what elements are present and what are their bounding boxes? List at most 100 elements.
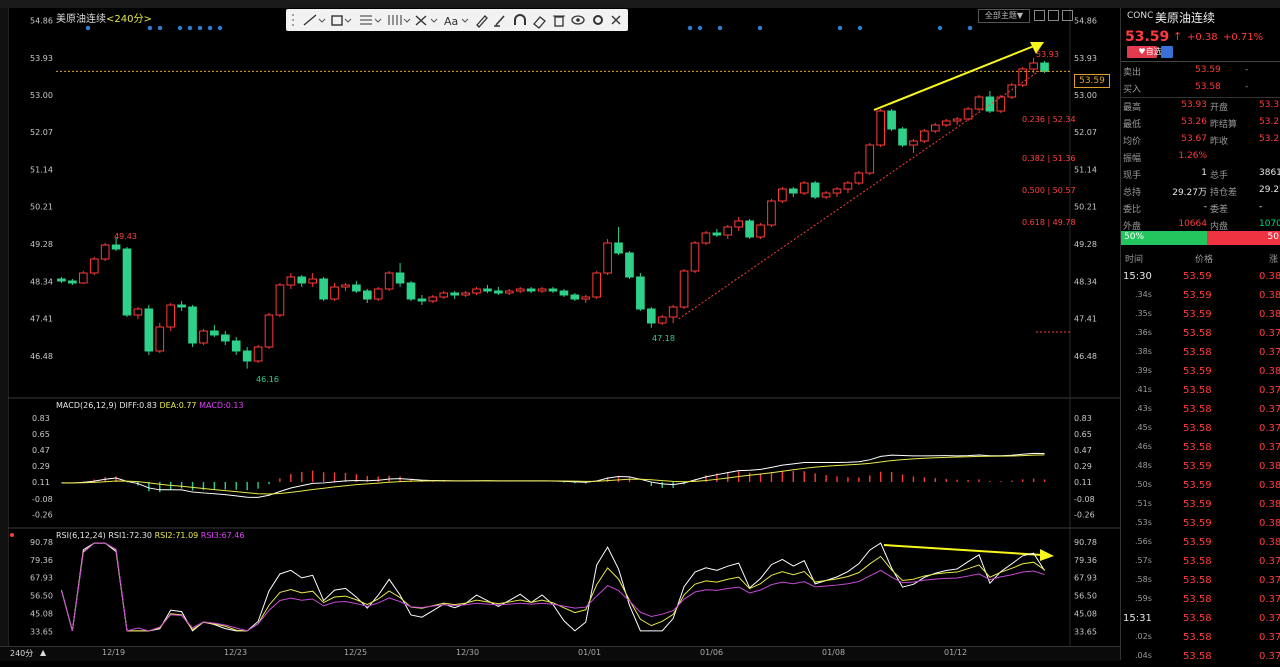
tick-row[interactable]: .51s 53.59 0.38 [1121,496,1280,515]
candle-body [821,192,831,198]
tick-row[interactable]: .38s 53.58 0.37 [1121,344,1280,363]
price-axis-label: 54.86 [1074,17,1097,26]
window-buttons[interactable] [1034,9,1074,21]
macd-axis-label-left: 0.65 [32,430,50,439]
macd-axis-label: 0.11 [1074,478,1092,487]
stat-value: 1070 [1259,219,1280,229]
stat-label: 委比 [1123,205,1142,215]
event-dot [217,25,223,31]
text-tool-icon[interactable]: Aa [444,15,469,28]
candle-body [854,172,864,184]
gear-icon[interactable] [593,15,603,25]
tick-time: .43s [1135,404,1152,413]
candle-body [756,224,765,238]
tick-row[interactable]: 15:31 53.58 0.37 [1121,610,1280,629]
event-dot [717,25,723,31]
add-favorite-label: 自选 [1145,47,1162,56]
date-label: 12/23 [224,648,248,657]
candle-body [220,334,230,342]
pattern-tool-icon[interactable] [415,15,438,26]
candle-body [111,244,121,250]
tick-row[interactable]: .34s 53.59 0.38 [1121,287,1280,306]
tick-row[interactable]: .39s 53.59 0.38 [1121,363,1280,382]
tick-time: .41s [1135,385,1152,394]
date-label: 01/06 [700,648,724,657]
tick-time: .35s [1135,309,1152,318]
grid-icon[interactable] [1034,10,1045,21]
tick-row[interactable]: .41s 53.58 0.37 [1121,382,1280,401]
tick-price: 53.58 [1183,328,1212,339]
tick-change: 0.37 [1259,556,1280,567]
candle-body [330,286,339,300]
tick-price: 53.58 [1183,442,1212,453]
trash-icon[interactable] [553,15,565,27]
close-icon[interactable] [611,15,621,25]
tick-price: 53.59 [1183,499,1212,510]
tick-row[interactable]: 15:30 53.59 0.38 [1121,268,1280,287]
tick-row[interactable]: .57s 53.58 0.37 [1121,553,1280,572]
add-favorite-button[interactable]: ♥ 自选 [1127,46,1162,58]
grip-icon[interactable] [292,14,294,26]
tick-time: .58s [1135,575,1152,584]
stat-value: 53.93 [1181,100,1207,110]
tick-time: .59s [1135,594,1152,603]
rect-tool-icon[interactable] [331,15,352,26]
tick-row[interactable]: .56s 53.59 0.38 [1121,534,1280,553]
price-axis-label-left: 52.07 [30,128,53,137]
tick-row[interactable]: .36s 53.58 0.37 [1121,325,1280,344]
price-annotation-2: 46.16 [256,375,279,384]
candle-body [406,282,416,300]
tick-row[interactable]: .48s 53.59 0.38 [1121,458,1280,477]
event-dot [967,25,973,31]
tick-row[interactable]: .35s 53.59 0.38 [1121,306,1280,325]
period-up-icon[interactable]: ▲ [40,648,46,657]
ticks-col-time: 时间 [1125,255,1144,265]
bid-ask-label: 买入 [1123,85,1142,95]
eraser-icon[interactable] [533,16,546,29]
theme-button[interactable]: 全部主题▼ [978,9,1030,23]
tick-row[interactable]: .50s 53.59 0.38 [1121,477,1280,496]
stat-label: 开盘 [1210,103,1229,113]
tick-change: 0.37 [1259,404,1280,415]
tick-row[interactable]: .53s 53.59 0.38 [1121,515,1280,534]
magnet-icon[interactable] [514,14,526,25]
bid-ask-row: 卖出 53.59 - [1121,63,1280,80]
rsi-axis-label-left: 67.93 [30,574,53,583]
tick-row[interactable]: .46s 53.58 0.37 [1121,439,1280,458]
price-axis-label: 48.34 [1074,277,1097,286]
tick-row[interactable]: .58s 53.58 0.37 [1121,572,1280,591]
pencil-icon[interactable] [476,15,488,28]
date-label: 12/25 [344,648,368,657]
period-selector[interactable]: 240分 [10,648,33,659]
bell-icon[interactable] [1161,46,1173,58]
line-tool-icon[interactable] [303,14,326,26]
candle-body [843,182,853,190]
candle-body [428,296,438,302]
fib-tool-icon[interactable] [360,15,382,25]
window-icon[interactable] [1048,10,1059,21]
tick-row[interactable]: .02s 53.58 0.37 [1121,629,1280,648]
macd-axis-label: -0.08 [1074,495,1095,504]
channel-tool-icon[interactable] [388,15,411,25]
rsi-axis-label-left: 33.65 [30,627,53,636]
candle-body [439,292,449,298]
candle-body [581,296,591,300]
macd-diff: DIFF:0.83 [119,401,157,410]
tick-price: 53.59 [1183,518,1212,529]
candle-body [362,290,372,300]
main-chart[interactable]: 0.83 0.83 0.65 0.65 0.47 0.47 0.29 0.29 0.11 0.11… [0,0,1120,660]
rsi-axis-label: 79.36 [1074,556,1097,565]
tick-row[interactable]: .45s 53.58 0.37 [1121,420,1280,439]
tick-row[interactable]: .04s 53.58 0.37 [1121,648,1280,667]
tick-row[interactable]: .59s 53.58 0.37 [1121,591,1280,610]
symbol-label: 美原油连续 [56,14,106,25]
brush-icon[interactable] [494,15,505,27]
candle-body [155,326,165,352]
date-label: 12/19 [102,648,126,657]
maximize-icon[interactable] [1062,10,1073,21]
eye-icon[interactable] [571,15,585,25]
tick-row[interactable]: .43s 53.58 0.37 [1121,401,1280,420]
candle-body [100,244,110,260]
candle-body [690,242,700,272]
candle-body [89,258,99,274]
